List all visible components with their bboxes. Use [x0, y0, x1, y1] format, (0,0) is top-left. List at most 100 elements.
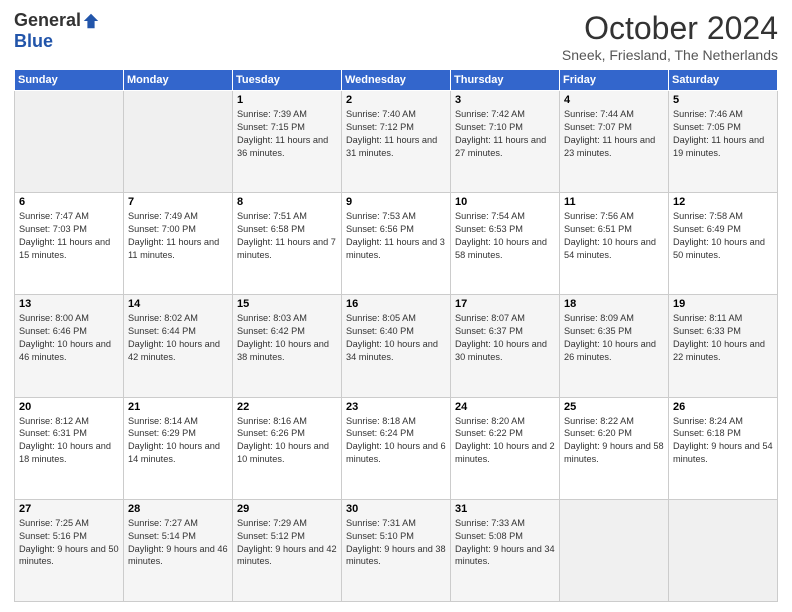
- day-number: 28: [128, 503, 228, 515]
- title-section: October 2024 Sneek, Friesland, The Nethe…: [562, 10, 778, 63]
- day-info: Sunrise: 7:29 AM Sunset: 5:12 PM Dayligh…: [237, 517, 337, 569]
- day-number: 11: [564, 196, 664, 208]
- day-info: Sunrise: 8:14 AM Sunset: 6:29 PM Dayligh…: [128, 415, 228, 467]
- day-info: Sunrise: 7:46 AM Sunset: 7:05 PM Dayligh…: [673, 108, 773, 160]
- calendar-cell: 10 Sunrise: 7:54 AM Sunset: 6:53 PM Dayli…: [451, 193, 560, 295]
- day-info: Sunrise: 8:03 AM Sunset: 6:42 PM Dayligh…: [237, 312, 337, 364]
- week-row-4: 27 Sunrise: 7:25 AM Sunset: 5:16 PM Dayli…: [15, 499, 778, 601]
- day-number: 29: [237, 503, 337, 515]
- day-number: 21: [128, 401, 228, 413]
- calendar-cell: 8 Sunrise: 7:51 AM Sunset: 6:58 PM Daylig…: [233, 193, 342, 295]
- day-info: Sunrise: 7:40 AM Sunset: 7:12 PM Dayligh…: [346, 108, 446, 160]
- calendar-cell: 6Sunrise: 7:47 AM Sunset: 7:03 PM Daylig…: [15, 193, 124, 295]
- day-number: 10: [455, 196, 555, 208]
- day-info: Sunrise: 8:00 AM Sunset: 6:46 PM Dayligh…: [19, 312, 119, 364]
- weekday-header-row: SundayMondayTuesdayWednesdayThursdayFrid…: [15, 70, 778, 91]
- day-number: 17: [455, 298, 555, 310]
- day-info: Sunrise: 8:05 AM Sunset: 6:40 PM Dayligh…: [346, 312, 446, 364]
- calendar-cell: 24Sunrise: 8:20 AM Sunset: 6:22 PM Dayli…: [451, 397, 560, 499]
- calendar-cell: 18Sunrise: 8:09 AM Sunset: 6:35 PM Dayli…: [560, 295, 669, 397]
- calendar-cell: 22Sunrise: 8:16 AM Sunset: 6:26 PM Dayli…: [233, 397, 342, 499]
- calendar-cell: 7 Sunrise: 7:49 AM Sunset: 7:00 PM Daylig…: [124, 193, 233, 295]
- day-number: 27: [19, 503, 119, 515]
- calendar-cell: 11 Sunrise: 7:56 AM Sunset: 6:51 PM Dayli…: [560, 193, 669, 295]
- calendar-cell: [560, 499, 669, 601]
- calendar-cell: 4 Sunrise: 7:44 AM Sunset: 7:07 PM Daylig…: [560, 91, 669, 193]
- calendar-cell: 20Sunrise: 8:12 AM Sunset: 6:31 PM Dayli…: [15, 397, 124, 499]
- page: General Blue October 2024 Sneek, Friesla…: [0, 0, 792, 612]
- month-title: October 2024: [562, 10, 778, 47]
- day-number: 4: [564, 94, 664, 106]
- day-info: Sunrise: 8:11 AM Sunset: 6:33 PM Dayligh…: [673, 312, 773, 364]
- calendar-cell: 15 Sunrise: 8:03 AM Sunset: 6:42 PM Dayli…: [233, 295, 342, 397]
- day-number: 14: [128, 298, 228, 310]
- logo-icon: [82, 12, 100, 30]
- day-info: Sunrise: 7:51 AM Sunset: 6:58 PM Dayligh…: [237, 210, 337, 262]
- day-info: Sunrise: 8:09 AM Sunset: 6:35 PM Dayligh…: [564, 312, 664, 364]
- header: General Blue October 2024 Sneek, Friesla…: [14, 10, 778, 63]
- calendar-cell: 14 Sunrise: 8:02 AM Sunset: 6:44 PM Dayli…: [124, 295, 233, 397]
- day-info: Sunrise: 7:39 AM Sunset: 7:15 PM Dayligh…: [237, 108, 337, 160]
- calendar-cell: 5 Sunrise: 7:46 AM Sunset: 7:05 PM Daylig…: [669, 91, 778, 193]
- day-number: 2: [346, 94, 446, 106]
- day-info: Sunrise: 7:56 AM Sunset: 6:51 PM Dayligh…: [564, 210, 664, 262]
- day-number: 16: [346, 298, 446, 310]
- day-number: 12: [673, 196, 773, 208]
- calendar-cell: 19 Sunrise: 8:11 AM Sunset: 6:33 PM Dayli…: [669, 295, 778, 397]
- calendar-cell: 29 Sunrise: 7:29 AM Sunset: 5:12 PM Dayli…: [233, 499, 342, 601]
- day-number: 7: [128, 196, 228, 208]
- day-number: 19: [673, 298, 773, 310]
- calendar-cell: 16 Sunrise: 8:05 AM Sunset: 6:40 PM Dayli…: [342, 295, 451, 397]
- day-info: Sunrise: 8:24 AM Sunset: 6:18 PM Dayligh…: [673, 415, 773, 467]
- day-number: 25: [564, 401, 664, 413]
- week-row-3: 20Sunrise: 8:12 AM Sunset: 6:31 PM Dayli…: [15, 397, 778, 499]
- day-number: 26: [673, 401, 773, 413]
- day-info: Sunrise: 7:44 AM Sunset: 7:07 PM Dayligh…: [564, 108, 664, 160]
- day-info: Sunrise: 8:02 AM Sunset: 6:44 PM Dayligh…: [128, 312, 228, 364]
- calendar-cell: 27 Sunrise: 7:25 AM Sunset: 5:16 PM Dayli…: [15, 499, 124, 601]
- day-number: 8: [237, 196, 337, 208]
- week-row-1: 6Sunrise: 7:47 AM Sunset: 7:03 PM Daylig…: [15, 193, 778, 295]
- day-info: Sunrise: 8:22 AM Sunset: 6:20 PM Dayligh…: [564, 415, 664, 467]
- day-info: Sunrise: 7:58 AM Sunset: 6:49 PM Dayligh…: [673, 210, 773, 262]
- weekday-monday: Monday: [124, 70, 233, 91]
- day-info: Sunrise: 7:53 AM Sunset: 6:56 PM Dayligh…: [346, 210, 446, 262]
- day-info: Sunrise: 8:12 AM Sunset: 6:31 PM Dayligh…: [19, 415, 119, 467]
- day-info: Sunrise: 7:27 AM Sunset: 5:14 PM Dayligh…: [128, 517, 228, 569]
- day-info: Sunrise: 7:54 AM Sunset: 6:53 PM Dayligh…: [455, 210, 555, 262]
- day-number: 24: [455, 401, 555, 413]
- day-info: Sunrise: 8:07 AM Sunset: 6:37 PM Dayligh…: [455, 312, 555, 364]
- calendar-cell: 9Sunrise: 7:53 AM Sunset: 6:56 PM Daylig…: [342, 193, 451, 295]
- calendar-cell: 28 Sunrise: 7:27 AM Sunset: 5:14 PM Dayli…: [124, 499, 233, 601]
- calendar-table: SundayMondayTuesdayWednesdayThursdayFrid…: [14, 69, 778, 602]
- day-number: 22: [237, 401, 337, 413]
- day-number: 15: [237, 298, 337, 310]
- calendar-cell: 12 Sunrise: 7:58 AM Sunset: 6:49 PM Dayli…: [669, 193, 778, 295]
- day-info: Sunrise: 7:42 AM Sunset: 7:10 PM Dayligh…: [455, 108, 555, 160]
- calendar-cell: 30Sunrise: 7:31 AM Sunset: 5:10 PM Dayli…: [342, 499, 451, 601]
- weekday-thursday: Thursday: [451, 70, 560, 91]
- calendar-cell: 25 Sunrise: 8:22 AM Sunset: 6:20 PM Dayli…: [560, 397, 669, 499]
- day-info: Sunrise: 7:49 AM Sunset: 7:00 PM Dayligh…: [128, 210, 228, 262]
- calendar-cell: 23 Sunrise: 8:18 AM Sunset: 6:24 PM Dayli…: [342, 397, 451, 499]
- day-info: Sunrise: 7:33 AM Sunset: 5:08 PM Dayligh…: [455, 517, 555, 569]
- day-number: 31: [455, 503, 555, 515]
- day-number: 3: [455, 94, 555, 106]
- day-number: 13: [19, 298, 119, 310]
- calendar-cell: [15, 91, 124, 193]
- day-info: Sunrise: 8:18 AM Sunset: 6:24 PM Dayligh…: [346, 415, 446, 467]
- day-number: 5: [673, 94, 773, 106]
- week-row-2: 13 Sunrise: 8:00 AM Sunset: 6:46 PM Dayli…: [15, 295, 778, 397]
- day-number: 23: [346, 401, 446, 413]
- day-number: 1: [237, 94, 337, 106]
- day-info: Sunrise: 7:31 AM Sunset: 5:10 PM Dayligh…: [346, 517, 446, 569]
- weekday-friday: Friday: [560, 70, 669, 91]
- weekday-wednesday: Wednesday: [342, 70, 451, 91]
- calendar-cell: [124, 91, 233, 193]
- calendar-cell: 13 Sunrise: 8:00 AM Sunset: 6:46 PM Dayli…: [15, 295, 124, 397]
- calendar-cell: 26 Sunrise: 8:24 AM Sunset: 6:18 PM Dayli…: [669, 397, 778, 499]
- day-info: Sunrise: 7:47 AM Sunset: 7:03 PM Dayligh…: [19, 210, 119, 262]
- day-info: Sunrise: 7:25 AM Sunset: 5:16 PM Dayligh…: [19, 517, 119, 569]
- weekday-sunday: Sunday: [15, 70, 124, 91]
- calendar-cell: 21 Sunrise: 8:14 AM Sunset: 6:29 PM Dayli…: [124, 397, 233, 499]
